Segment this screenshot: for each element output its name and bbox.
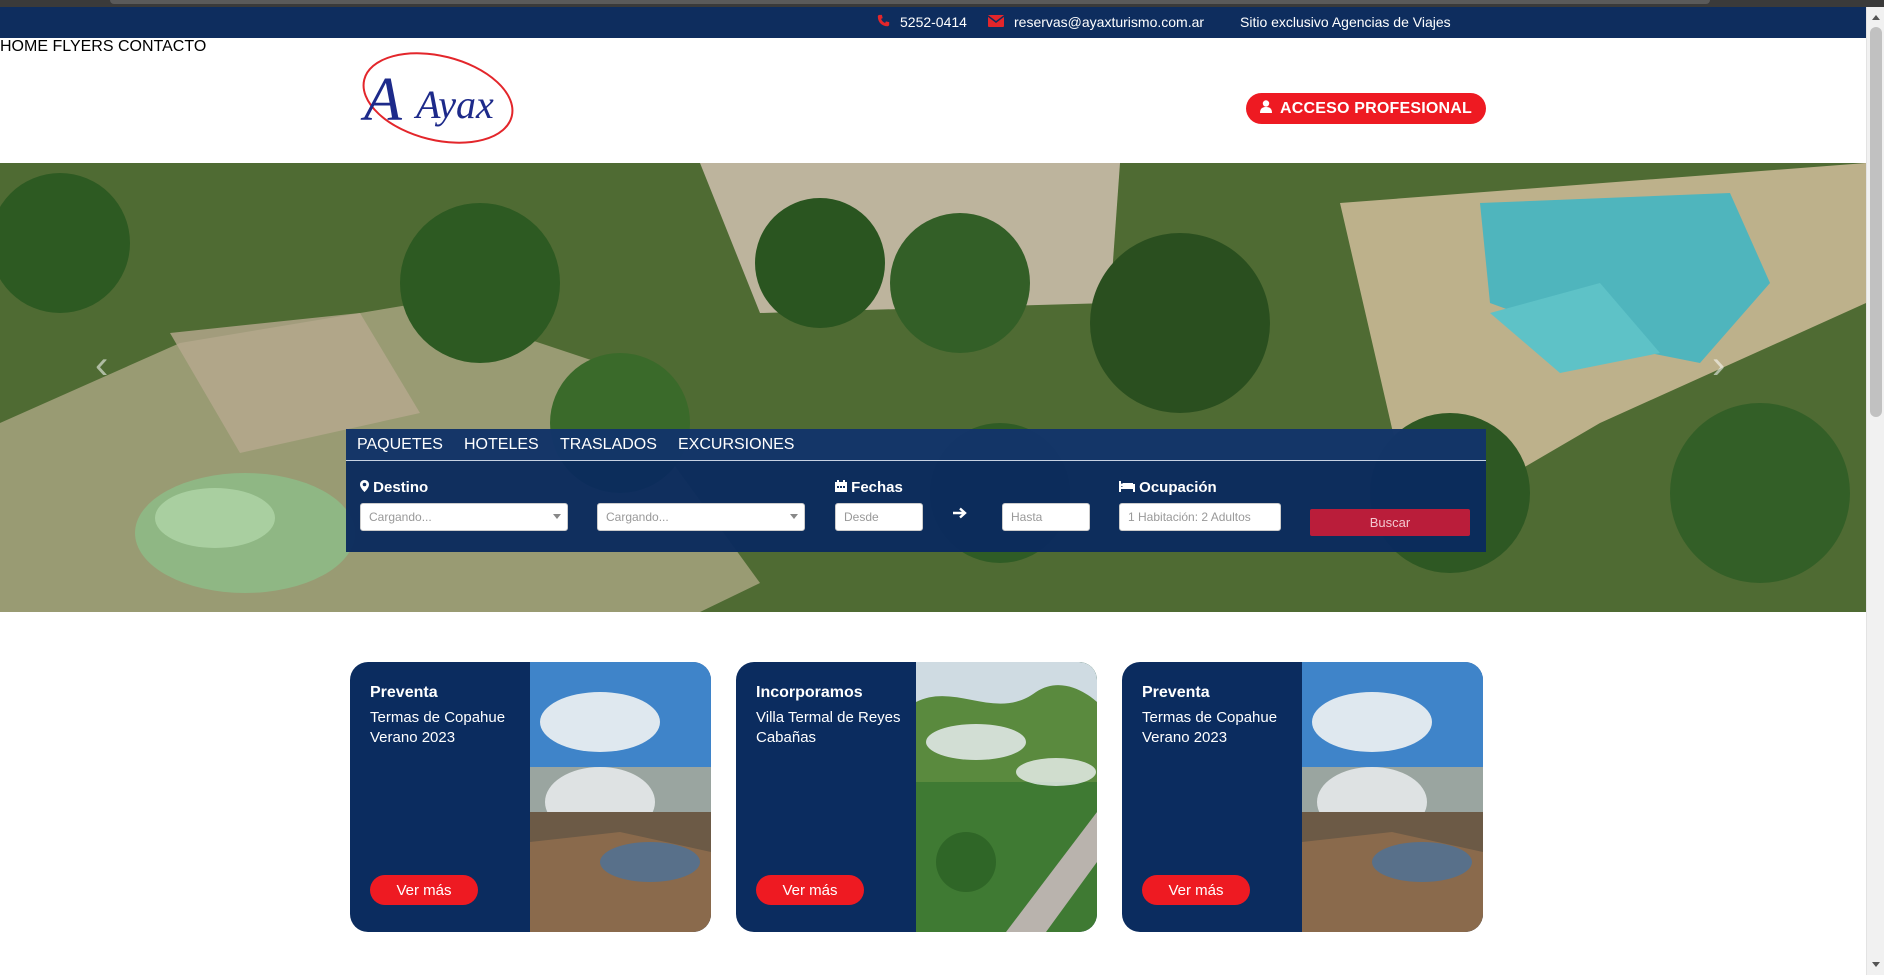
phone-icon xyxy=(877,14,890,30)
fechas-label: Fechas xyxy=(835,479,903,496)
map-marker-icon xyxy=(360,479,373,496)
hasta-input[interactable]: Hasta xyxy=(1002,503,1090,531)
promo-card-3: Preventa Termas de Copahue Verano 2023 V… xyxy=(1122,662,1483,932)
promo-card-1: Preventa Termas de Copahue Verano 2023 V… xyxy=(350,662,711,932)
main-nav: HOME FLYERS CONTACTO xyxy=(0,38,1866,56)
hero-next-arrow[interactable]: › xyxy=(1712,343,1725,388)
ayax-logo[interactable]: A Ayax xyxy=(358,50,518,145)
reyes-cabanas-image xyxy=(916,662,1097,932)
tab-hoteles[interactable]: HOTELES xyxy=(464,436,539,454)
destino-dest-select[interactable]: Cargando... xyxy=(597,503,805,531)
destino-origin-select[interactable]: Cargando... xyxy=(360,503,568,531)
promo-card-2: Incorporamos Villa Termal de Reyes Cabañ… xyxy=(736,662,1097,932)
buscar-button[interactable]: Buscar xyxy=(1310,509,1470,536)
envelope-icon xyxy=(987,14,1005,30)
phone-contact[interactable]: 5252-0414 xyxy=(877,14,967,30)
logo-text: Ayax xyxy=(413,82,494,127)
arrow-right-icon xyxy=(953,503,967,524)
nav-home[interactable]: HOME xyxy=(0,38,48,55)
tab-paquetes[interactable]: PAQUETES xyxy=(357,436,443,454)
destino-label: Destino xyxy=(360,479,428,496)
tab-traslados[interactable]: TRASLADOS xyxy=(560,436,657,454)
hero-prev-arrow[interactable]: ‹ xyxy=(95,343,108,388)
email-address[interactable]: reservas@ayaxturismo.com.ar xyxy=(1014,14,1204,30)
scroll-thumb[interactable] xyxy=(1870,27,1882,417)
page-scrollbar[interactable] xyxy=(1866,7,1884,975)
acceso-label: ACCESO PROFESIONAL xyxy=(1279,99,1473,117)
calendar-icon xyxy=(835,479,851,496)
desde-input[interactable]: Desde xyxy=(835,503,923,531)
email-contact[interactable]: reservas@ayaxturismo.com.ar xyxy=(987,14,1204,30)
search-widget: PAQUETES HOTELES TRASLADOS EXCURSIONES D… xyxy=(346,429,1486,552)
copahue-image xyxy=(1302,662,1483,932)
ver-mas-button[interactable]: Ver más xyxy=(1142,875,1250,905)
copahue-image xyxy=(530,662,711,932)
card-subtitle: Termas de Copahue Verano 2023 xyxy=(370,709,506,746)
tab-excursiones[interactable]: EXCURSIONES xyxy=(678,436,794,454)
card-title: Preventa xyxy=(370,684,438,701)
browser-strip xyxy=(0,0,1884,7)
ver-mas-button[interactable]: Ver más xyxy=(370,875,478,905)
ver-mas-button[interactable]: Ver más xyxy=(756,875,864,905)
chevron-down-icon xyxy=(553,514,561,519)
chevron-down-icon xyxy=(790,514,798,519)
search-tabs: PAQUETES HOTELES TRASLADOS EXCURSIONES xyxy=(346,429,1486,461)
ocupacion-input[interactable]: 1 Habitación: 2 Adultos xyxy=(1119,503,1281,531)
svg-text:A: A xyxy=(360,66,403,134)
site-header: A Ayax HOME FLYERS CONTACTO ACCESO PROFE… xyxy=(0,38,1866,163)
exclusive-text: Sitio exclusivo Agencias de Viajes xyxy=(1240,14,1451,30)
ocupacion-label: Ocupación xyxy=(1119,479,1217,496)
card-title: Incorporamos xyxy=(756,684,863,701)
user-icon xyxy=(1259,99,1272,118)
card-subtitle: Villa Termal de Reyes Cabañas xyxy=(756,709,901,746)
top-bar: 5252-0414 reservas@ayaxturismo.com.ar Si… xyxy=(0,7,1866,38)
card-title: Preventa xyxy=(1142,684,1210,701)
nav-flyers[interactable]: FLYERS xyxy=(52,38,113,55)
bed-icon xyxy=(1119,479,1139,496)
scroll-up-icon[interactable] xyxy=(1872,15,1880,20)
nav-contacto[interactable]: CONTACTO xyxy=(118,38,206,55)
phone-number[interactable]: 5252-0414 xyxy=(900,14,967,30)
acceso-profesional-button[interactable]: ACCESO PROFESIONAL xyxy=(1246,93,1486,124)
card-subtitle: Termas de Copahue Verano 2023 xyxy=(1142,709,1278,746)
scroll-down-icon[interactable] xyxy=(1872,962,1880,967)
